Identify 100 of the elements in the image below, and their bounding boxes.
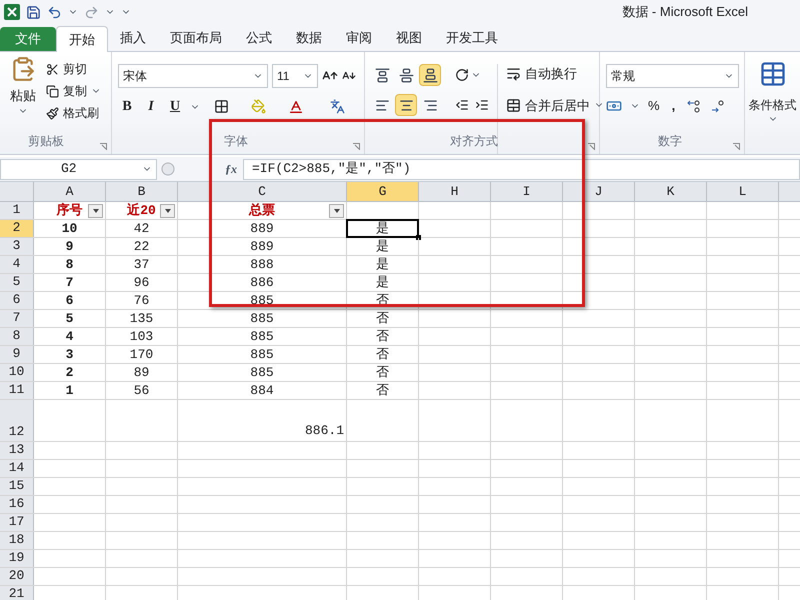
table-grid-icon xyxy=(758,60,786,88)
align-lines-icon xyxy=(422,98,438,112)
filter-dropdown[interactable] xyxy=(88,204,103,218)
font-color-icon[interactable] xyxy=(288,98,304,114)
filter-dropdown[interactable] xyxy=(329,204,344,218)
row-header[interactable]: 8 xyxy=(0,328,34,345)
row-header[interactable]: 6 xyxy=(0,292,34,309)
fill-color-icon[interactable] xyxy=(251,99,266,114)
align-lines-icon xyxy=(374,98,390,112)
formula-input[interactable]: =IF(C2>885,"是","否") xyxy=(243,158,800,180)
row-header[interactable]: 12 xyxy=(0,400,34,441)
splitter-handle-icon[interactable] xyxy=(161,160,175,178)
active-cell-border[interactable] xyxy=(346,219,419,238)
row-header[interactable]: 10 xyxy=(0,364,34,381)
filter-dropdown[interactable] xyxy=(160,204,175,218)
font-name-field[interactable]: 宋体 xyxy=(118,64,268,88)
cell-value: 是 xyxy=(376,220,389,238)
caret-icon xyxy=(334,209,340,213)
row-header[interactable]: 14 xyxy=(0,460,34,477)
phonetic-icon[interactable] xyxy=(330,99,345,114)
cell-value: 885 xyxy=(250,310,274,328)
wrap-text-button[interactable]: 自动换行 xyxy=(506,64,604,84)
dialog-launcher-icon[interactable] xyxy=(100,143,107,150)
ribbon-tab[interactable]: 插入 xyxy=(108,25,158,51)
column-header[interactable]: A xyxy=(34,182,106,201)
cell-value: 是 xyxy=(376,274,389,292)
row-header[interactable]: 4 xyxy=(0,256,34,273)
number-format-field[interactable]: 常规 xyxy=(606,64,739,88)
ribbon-tab[interactable]: 视图 xyxy=(384,25,434,51)
row-header[interactable]: 19 xyxy=(0,550,34,567)
cell-value: 884 xyxy=(250,382,274,400)
cell-value: 9 xyxy=(66,238,74,256)
insert-function-icon[interactable]: ƒx xyxy=(225,160,239,178)
row-header[interactable]: 15 xyxy=(0,478,34,495)
row-header[interactable]: 5 xyxy=(0,274,34,291)
bold-button[interactable]: B xyxy=(118,96,136,117)
ribbon-tab[interactable]: 审阅 xyxy=(334,25,384,51)
dialog-launcher-icon[interactable] xyxy=(588,143,595,150)
cell-value: 22 xyxy=(134,238,150,256)
row-header[interactable]: 9 xyxy=(0,346,34,363)
cell-value: 6 xyxy=(66,292,74,310)
column-header[interactable]: I xyxy=(491,182,563,201)
ribbon-tab[interactable]: 公式 xyxy=(234,25,284,51)
row-header[interactable]: 11 xyxy=(0,382,34,399)
cut-button[interactable]: 剪切 xyxy=(46,60,101,78)
bottom-align-button[interactable] xyxy=(419,64,441,86)
save-icon[interactable] xyxy=(26,4,41,20)
ribbon-tab[interactable]: 开发工具 xyxy=(434,25,510,51)
row-header[interactable]: 16 xyxy=(0,496,34,513)
cell-value: 3 xyxy=(66,346,74,364)
cell-value: 135 xyxy=(130,310,154,328)
comma-button[interactable]: , xyxy=(668,96,680,116)
center-align-button[interactable] xyxy=(395,94,417,116)
merge-center-button[interactable]: 合并后居中 xyxy=(506,96,604,115)
orientation-icon[interactable] xyxy=(455,68,469,82)
row-header[interactable]: 18 xyxy=(0,532,34,549)
ribbon-tab[interactable]: 数据 xyxy=(284,25,334,51)
row-header[interactable]: 3 xyxy=(0,238,34,255)
cell-value: 889 xyxy=(250,238,274,256)
row-header[interactable]: 7 xyxy=(0,310,34,327)
row-header[interactable]: 17 xyxy=(0,514,34,531)
dialog-launcher-icon[interactable] xyxy=(353,143,360,150)
paste-button[interactable]: 粘贴 xyxy=(0,56,46,128)
cell-value: 1 xyxy=(66,382,74,400)
paintbrush-icon xyxy=(46,106,59,120)
group-label: 剪贴板 xyxy=(28,133,64,150)
undo-icon[interactable] xyxy=(47,4,62,20)
italic-button[interactable]: I xyxy=(142,96,160,117)
row-header[interactable]: 21 xyxy=(0,586,34,600)
column-header[interactable]: L xyxy=(707,182,779,201)
ribbon-tab[interactable]: 开始 xyxy=(56,26,108,52)
file-tab[interactable]: 文件 xyxy=(0,27,56,51)
font-size-field[interactable]: 11 xyxy=(272,64,318,88)
dialog-launcher-icon[interactable] xyxy=(733,143,740,150)
cell-value: 7 xyxy=(66,274,74,292)
format-painter-button[interactable]: 格式刷 xyxy=(46,104,101,122)
row-header[interactable]: 13 xyxy=(0,442,34,459)
decrease-indent-icon[interactable] xyxy=(455,98,469,112)
copy-button[interactable]: 复制 xyxy=(46,82,101,100)
conditional-format-button[interactable]: 条件格式 xyxy=(745,52,800,154)
column-header[interactable]: K xyxy=(635,182,707,201)
ribbon-tab[interactable]: 页面布局 xyxy=(158,25,234,51)
row-header[interactable]: 1 xyxy=(0,202,34,219)
cell-value: 5 xyxy=(66,310,74,328)
percent-button[interactable]: % xyxy=(648,96,660,116)
name-box[interactable]: G2 xyxy=(0,158,157,180)
column-header[interactable]: J xyxy=(563,182,635,201)
caret-icon xyxy=(92,209,98,213)
excel-logo-icon[interactable] xyxy=(4,4,20,20)
group-label: 数字 xyxy=(658,133,682,150)
increase-indent-icon[interactable] xyxy=(475,98,489,112)
column-header[interactable]: B xyxy=(106,182,178,201)
cell-value: 89 xyxy=(134,364,150,382)
row-header[interactable]: 2 xyxy=(0,220,34,237)
borders-icon[interactable] xyxy=(214,99,229,114)
cell-value: 103 xyxy=(130,328,154,346)
column-header[interactable]: G xyxy=(347,182,419,201)
underline-button[interactable]: U xyxy=(166,96,184,117)
column-header[interactable]: H xyxy=(419,182,491,201)
row-header[interactable]: 20 xyxy=(0,568,34,585)
